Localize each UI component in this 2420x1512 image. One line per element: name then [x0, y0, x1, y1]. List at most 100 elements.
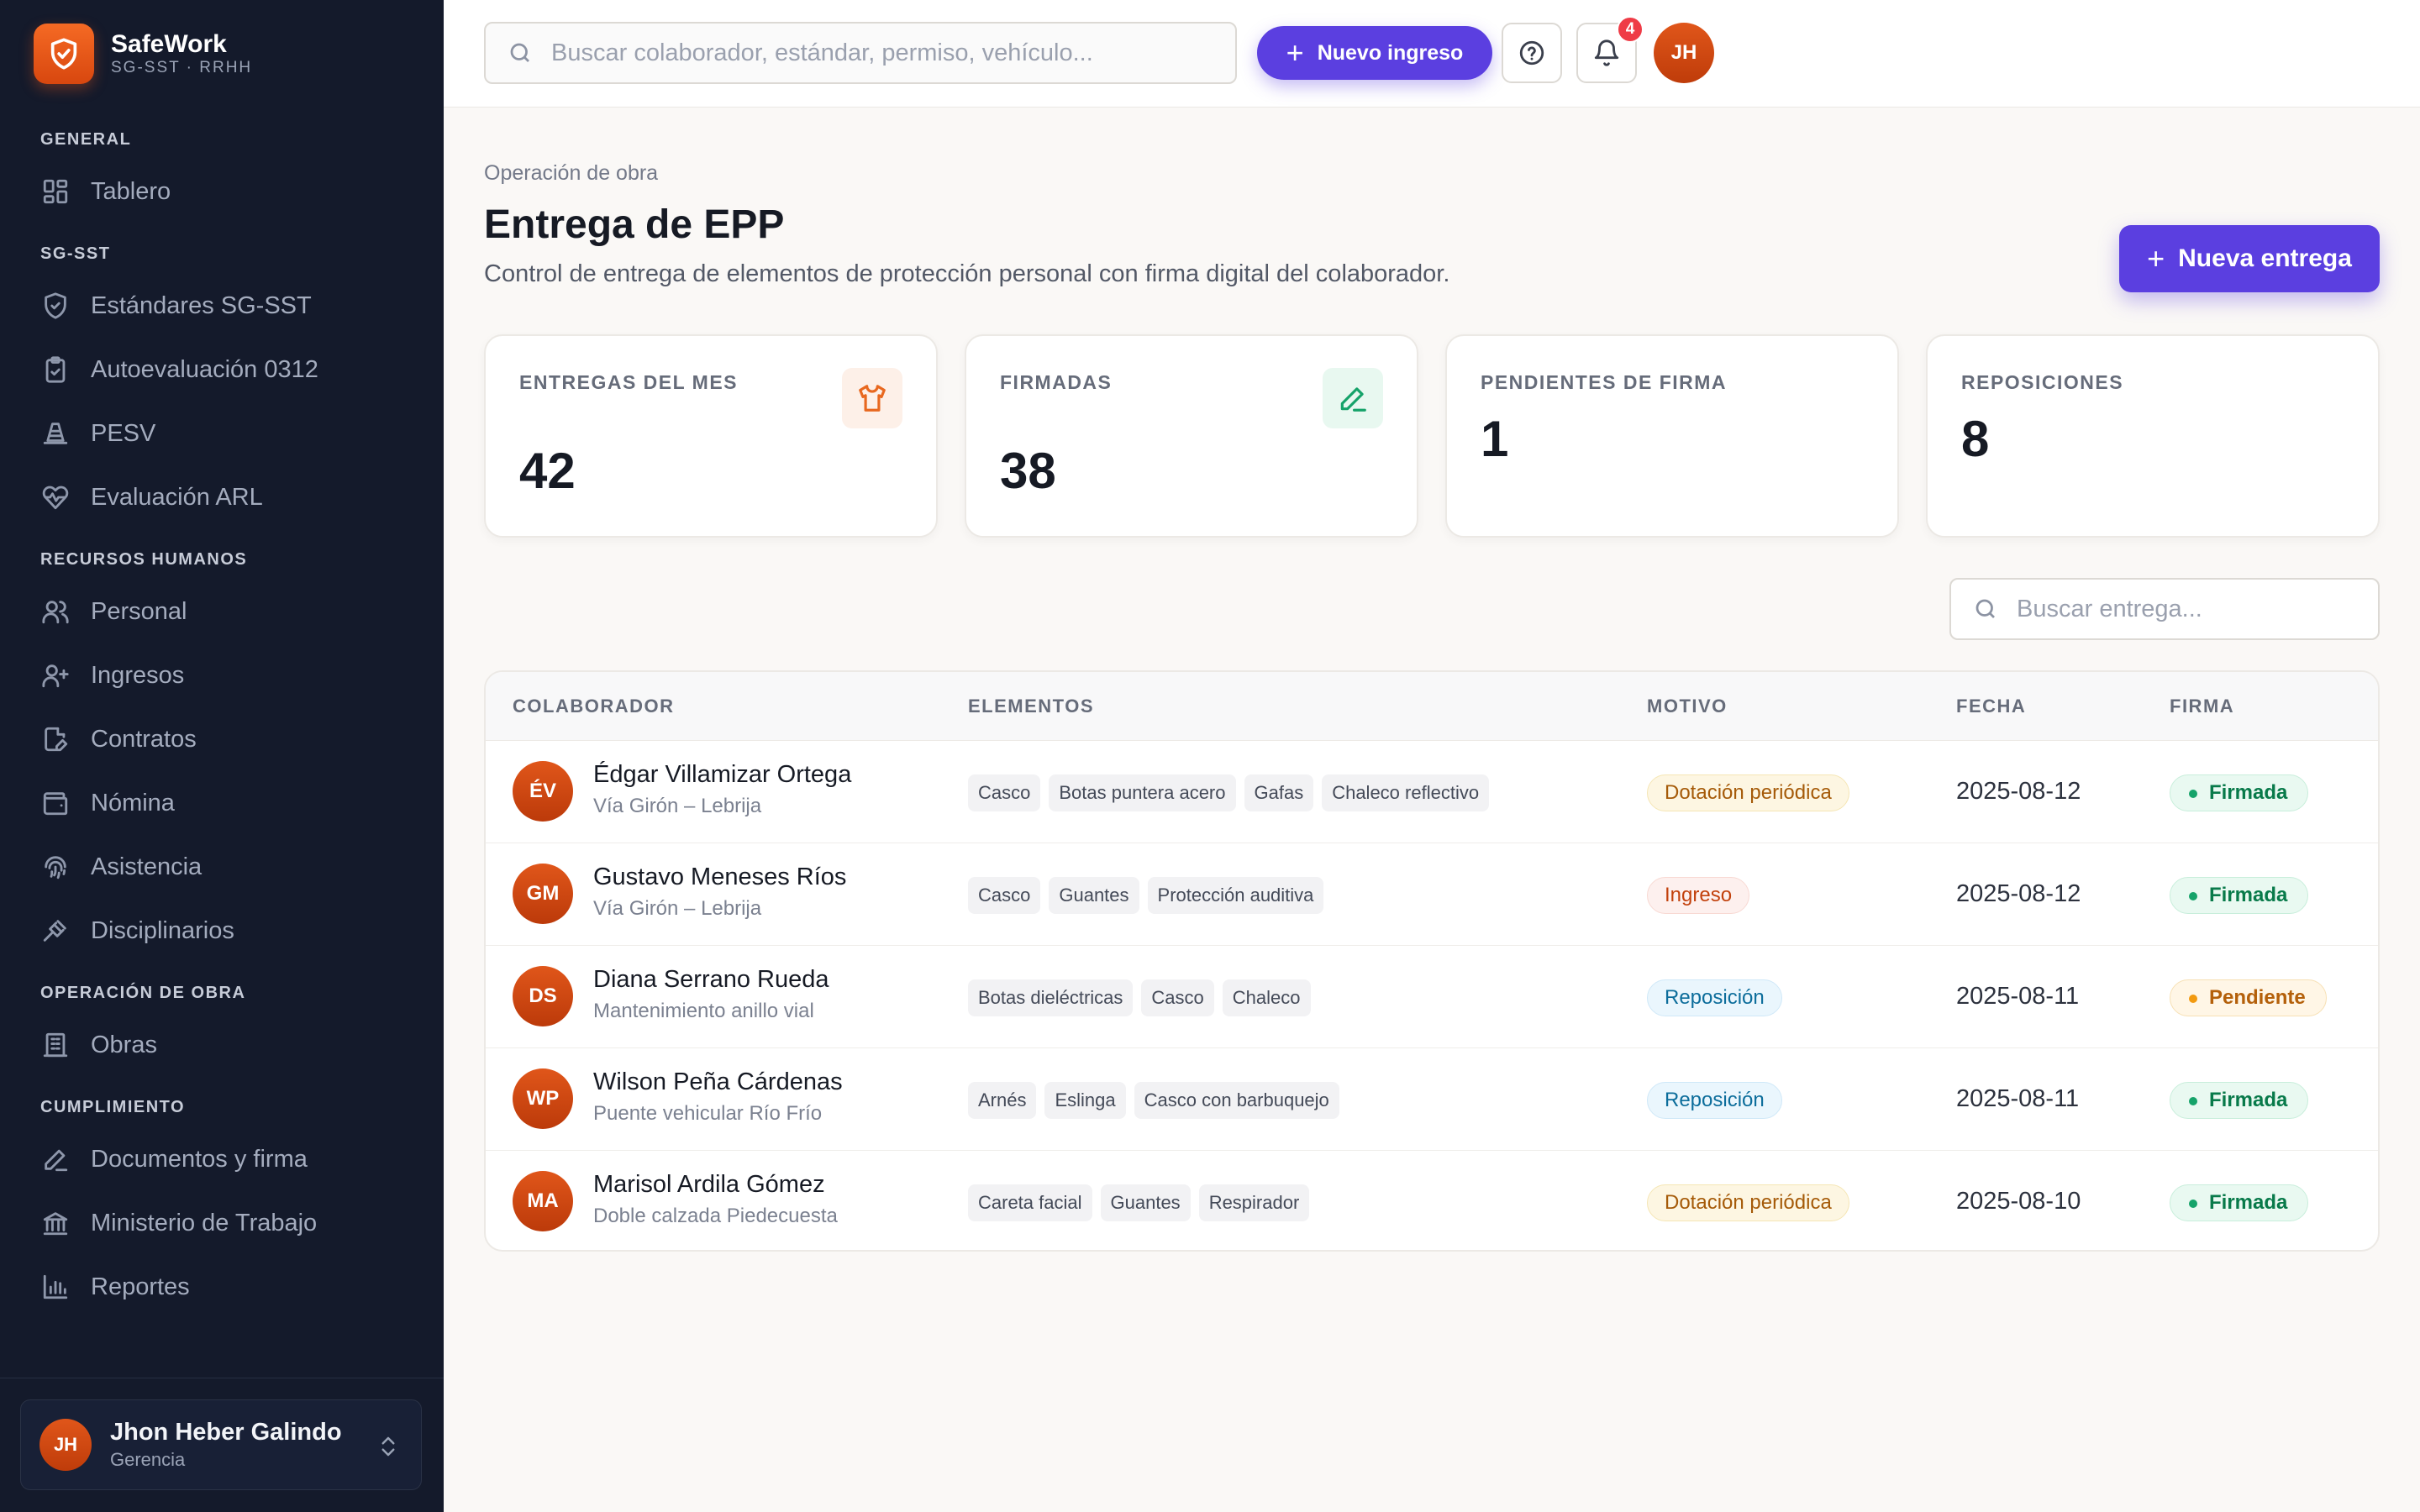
- fingerprint-icon: [40, 852, 71, 882]
- new-ingreso-button[interactable]: + Nuevo ingreso: [1257, 26, 1492, 80]
- kpi-value: 38: [1000, 443, 1056, 499]
- sidebar-item-estandares[interactable]: Estándares SG-SST: [0, 274, 444, 338]
- sidebar-item-personal[interactable]: Personal: [0, 580, 444, 643]
- col-fecha[interactable]: FECHA: [1956, 696, 2026, 717]
- table-header: COLABORADOR ELEMENTOS MOTIVO FECHA FIRMA: [486, 672, 2378, 741]
- colaborador-name[interactable]: Gustavo Meneses Ríos: [593, 864, 846, 891]
- entrega-search[interactable]: [1949, 578, 2380, 640]
- sidebar-item-reportes[interactable]: Reportes: [0, 1255, 444, 1319]
- col-elementos[interactable]: ELEMENTOS: [968, 696, 1094, 717]
- avatar: DS: [513, 966, 573, 1026]
- search-icon: [1975, 599, 1995, 618]
- sidebar-item-pesv[interactable]: PESV: [0, 402, 444, 465]
- shirt-icon: [842, 368, 902, 428]
- fecha-entrega: 2025-08-12: [1956, 880, 2081, 907]
- new-entrega-button[interactable]: + Nueva entrega: [2119, 225, 2380, 292]
- kpi-label: REPOSICIONES: [1961, 371, 2124, 393]
- avatar[interactable]: JH: [1654, 23, 1714, 83]
- breadcrumb[interactable]: Operación de obra: [484, 161, 658, 186]
- sidebar-item-label: Asistencia: [91, 853, 203, 880]
- col-motivo[interactable]: MOTIVO: [1647, 696, 1728, 717]
- status-badge: Pendiente: [2170, 979, 2327, 1016]
- epp-chip: Chaleco reflectivo: [1322, 774, 1490, 811]
- fecha-entrega: 2025-08-12: [1956, 778, 2081, 805]
- new-ingreso-label: Nuevo ingreso: [1317, 40, 1464, 65]
- sidebar-item-contratos[interactable]: Contratos: [0, 707, 444, 771]
- notifications-badge: 4: [1617, 16, 1644, 43]
- col-colaborador[interactable]: COLABORADOR: [513, 696, 675, 717]
- sidebar-item-documentos[interactable]: Documentos y firma: [0, 1127, 444, 1191]
- col-firma[interactable]: FIRMA: [2170, 696, 2234, 717]
- chevrons-up-down-icon: [381, 1436, 395, 1457]
- avatar: GM: [513, 864, 573, 924]
- sidebar-item-autoevaluacion[interactable]: Autoevaluación 0312: [0, 338, 444, 402]
- bar-chart-icon: [40, 1272, 71, 1302]
- epp-chip: Casco: [968, 774, 1041, 811]
- motivo-badge: Reposición: [1647, 979, 1782, 1016]
- sidebar-item-disciplinarios[interactable]: Disciplinarios: [0, 899, 444, 963]
- epp-chip: Botas dieléctricas: [968, 979, 1134, 1016]
- grid-icon: [40, 176, 71, 207]
- sidebar-item-obras[interactable]: Obras: [0, 1013, 444, 1077]
- page-title: Entrega de EPP: [484, 202, 785, 247]
- table-row[interactable]: DS Diana Serrano Rueda Mantenimiento anill…: [486, 946, 2378, 1048]
- sidebar-item-nomina[interactable]: Nómina: [0, 771, 444, 835]
- nav-section-cumplimiento: CUMPLIMIENTO: [40, 1098, 186, 1116]
- sidebar-item-evaluacion-arl[interactable]: Evaluación ARL: [0, 465, 444, 529]
- sidebar-nav: GENERAL Tablero SG-SST Estándares SG-SST…: [0, 109, 444, 1319]
- table-row[interactable]: ÉV Édgar Villamizar Ortega Vía Girón – Leb…: [486, 741, 2378, 843]
- avatar: ÉV: [513, 761, 573, 822]
- sidebar-item-label: Nómina: [91, 789, 175, 816]
- avatar: MA: [513, 1171, 573, 1231]
- global-search[interactable]: [484, 22, 1237, 84]
- fecha-entrega: 2025-08-11: [1956, 1085, 2080, 1112]
- table-row[interactable]: MA Marisol Ardila Gómez Doble calzada Pied…: [486, 1151, 2378, 1250]
- sidebar-item-label: Documentos y firma: [91, 1145, 308, 1173]
- epp-chip: Protección auditiva: [1147, 877, 1324, 914]
- epp-chip: Gafas: [1244, 774, 1314, 811]
- user-plus-icon: [40, 660, 71, 690]
- shield-check-icon: [40, 291, 71, 321]
- sidebar-item-tablero[interactable]: Tablero: [0, 160, 444, 223]
- clipboard-check-icon: [40, 354, 71, 385]
- epp-chip: Respirador: [1198, 1184, 1310, 1221]
- sidebar-item-label: Ingresos: [91, 661, 185, 689]
- building-icon: [40, 1030, 71, 1060]
- colaborador-name[interactable]: Marisol Ardila Gómez: [593, 1171, 825, 1199]
- kpi-label: FIRMADAS: [1000, 371, 1113, 393]
- sidebar-item-ingresos[interactable]: Ingresos: [0, 643, 444, 707]
- epp-chip: Guantes: [1100, 1184, 1191, 1221]
- avatar: WP: [513, 1068, 573, 1129]
- users-icon: [40, 596, 71, 627]
- help-button[interactable]: [1502, 23, 1562, 83]
- kpi-firmadas: FIRMADAS 38: [965, 334, 1418, 538]
- table-row[interactable]: WP Wilson Peña Cárdenas Puente vehicular R…: [486, 1048, 2378, 1151]
- sidebar-item-label: Obras: [91, 1031, 157, 1058]
- colaborador-name[interactable]: Diana Serrano Rueda: [593, 966, 829, 994]
- kpi-pendientes-firma: PENDIENTES DE FIRMA 1: [1445, 334, 1899, 538]
- brand-name: SafeWork: [111, 30, 227, 58]
- epp-list: Casco Guantes Protección auditiva: [968, 877, 1332, 914]
- user-role: Gerencia: [110, 1449, 186, 1470]
- sidebar-item-asistencia[interactable]: Asistencia: [0, 835, 444, 899]
- epp-chip: Careta facial: [968, 1184, 1092, 1221]
- notifications-button[interactable]: 4: [1576, 16, 1644, 83]
- global-search-input[interactable]: [551, 39, 1207, 67]
- colaborador-obra: Vía Girón – Lebrija: [593, 795, 762, 817]
- entrega-search-input[interactable]: [2017, 595, 2370, 623]
- epp-chip: Chaleco: [1222, 979, 1311, 1016]
- epp-list: Arnés Eslinga Casco con barbuquejo: [968, 1082, 1348, 1119]
- brand[interactable]: SafeWork SG-SST · RRHH: [34, 24, 252, 84]
- sidebar-item-ministerio[interactable]: Ministerio de Trabajo: [0, 1191, 444, 1255]
- colaborador-name[interactable]: Édgar Villamizar Ortega: [593, 761, 851, 789]
- status-badge: Firmada: [2170, 1184, 2309, 1221]
- entregas-table: COLABORADOR ELEMENTOS MOTIVO FECHA FIRMA…: [484, 670, 2380, 1252]
- colaborador-name[interactable]: Wilson Peña Cárdenas: [593, 1068, 843, 1096]
- user-menu[interactable]: JH Jhon Heber Galindo Gerencia: [20, 1399, 422, 1490]
- sidebar-item-label: Tablero: [91, 177, 171, 205]
- colaborador-obra: Vía Girón – Lebrija: [593, 897, 762, 920]
- table-row[interactable]: GM Gustavo Meneses Ríos Vía Girón – Lebrij…: [486, 843, 2378, 946]
- sidebar-item-label: Reportes: [91, 1273, 190, 1300]
- epp-chip: Arnés: [968, 1082, 1037, 1119]
- sidebar-item-label: Contratos: [91, 725, 197, 753]
